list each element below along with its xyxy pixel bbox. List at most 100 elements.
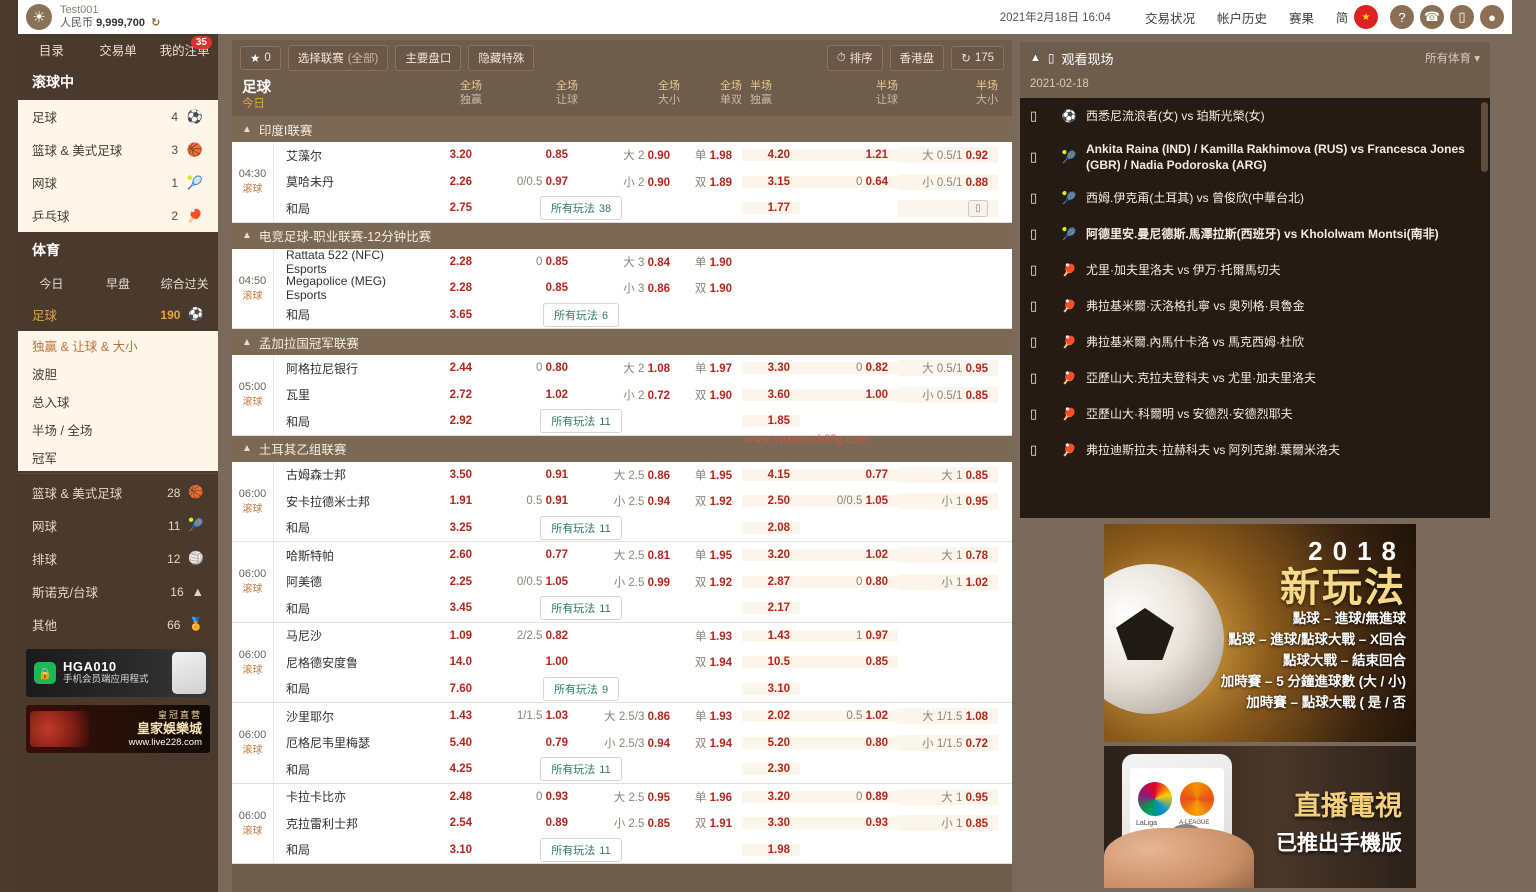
monitor-icon[interactable]: ▯	[1450, 5, 1474, 29]
home-1x2-odds[interactable]: 1.09	[422, 630, 482, 642]
half-home-1x2-odds[interactable]: 3.20	[742, 549, 800, 561]
away-1x2-odds[interactable]: 14.0	[422, 656, 482, 668]
half-draw-1x2-odds[interactable]: 1.98	[742, 844, 800, 856]
half-home-handicap-odds[interactable]: 1.02	[800, 549, 898, 561]
league-header[interactable]: ▲印度I联赛	[232, 116, 1012, 142]
half-draw-1x2-odds[interactable]: 2.08	[742, 522, 800, 534]
chevron-up-icon[interactable]: ▲	[1030, 52, 1041, 64]
half-over-odds[interactable]: 大 1 0.95	[898, 789, 998, 805]
home-handicap-odds[interactable]: 1/1.5 1.03	[482, 710, 578, 722]
half-over-odds[interactable]: 大 0.5/1 0.92	[898, 147, 998, 163]
nav-results[interactable]: 赛果	[1289, 8, 1314, 27]
all-plays-button[interactable]: 所有玩法11	[540, 757, 621, 781]
monitor-icon[interactable]: ▯	[1030, 334, 1056, 350]
home-team-name[interactable]: 艾藻尔	[274, 147, 422, 164]
half-home-handicap-odds[interactable]: 0 0.89	[800, 791, 898, 803]
sidebar-item-tennis[interactable]: 网球 11 🎾	[18, 509, 218, 542]
away-handicap-odds[interactable]: 0.85	[482, 282, 578, 294]
half-away-handicap-odds[interactable]: 1.00	[800, 389, 898, 401]
away-1x2-odds[interactable]: 2.54	[422, 817, 482, 829]
home-team-name[interactable]: 沙里耶尔	[274, 708, 422, 725]
odd-bet-odds[interactable]: 单 1.93	[680, 628, 742, 644]
half-under-odds[interactable]: 小 0.5/1 0.88	[898, 174, 998, 190]
live-stream-item[interactable]: ▯🏓亞歷山大·科爾明 vs 安德烈·安德烈耶夫	[1020, 396, 1490, 432]
away-handicap-odds[interactable]: 0/0.5 1.05	[482, 576, 578, 588]
under-odds[interactable]: 小 2.5 0.99	[578, 574, 680, 590]
even-bet-odds[interactable]: 双 1.92	[680, 493, 742, 509]
monitor-icon[interactable]: ▯	[1030, 406, 1056, 422]
under-odds[interactable]: 小 2.5/3 0.94	[578, 735, 680, 751]
even-bet-odds[interactable]: 双 1.94	[680, 735, 742, 751]
half-over-odds[interactable]: 大 0.5/1 0.95	[898, 360, 998, 376]
home-handicap-odds[interactable]: 0.85	[482, 149, 578, 161]
under-odds[interactable]: 小 2 0.90	[578, 174, 680, 190]
half-home-handicap-odds[interactable]: 1 0.97	[800, 630, 898, 642]
home-1x2-odds[interactable]: 2.28	[422, 256, 482, 268]
away-handicap-odds[interactable]: 0.79	[482, 737, 578, 749]
odd-bet-odds[interactable]: 单 1.95	[680, 547, 742, 563]
home-team-name[interactable]: 阿格拉尼银行	[274, 360, 422, 377]
nav-account-history[interactable]: 帐户历史	[1217, 8, 1267, 27]
all-plays-button[interactable]: 所有玩法9	[543, 677, 619, 701]
even-bet-odds[interactable]: 双 1.90	[680, 387, 742, 403]
monitor-icon[interactable]: ▯	[1030, 262, 1056, 278]
monitor-icon[interactable]: ▯	[1030, 442, 1056, 458]
away-1x2-odds[interactable]: 2.72	[422, 389, 482, 401]
odd-bet-odds[interactable]: 单 1.98	[680, 147, 742, 163]
away-team-name[interactable]: 厄格尼韦里梅瑟	[274, 734, 422, 751]
away-team-name[interactable]: Megapolice (MEG) Esports	[274, 274, 422, 302]
all-plays-button[interactable]: 所有玩法11	[540, 596, 621, 620]
sidebar-item-other[interactable]: 其他 66 🏅	[18, 608, 218, 641]
sidebar-item-live-tabletennis[interactable]: 乒乓球 2 🏓	[18, 199, 218, 232]
sidebar-item-live-tennis[interactable]: 网球 1 🎾	[18, 166, 218, 199]
home-handicap-odds[interactable]: 2/2.5 0.82	[482, 630, 578, 642]
even-bet-odds[interactable]: 双 1.94	[680, 654, 742, 670]
sidebar-item-basketball[interactable]: 篮球 & 美式足球 28 🏀	[18, 476, 218, 509]
chat-icon[interactable]: ●	[1480, 5, 1504, 29]
odd-bet-odds[interactable]: 单 1.90	[680, 254, 742, 270]
half-home-1x2-odds[interactable]: 2.02	[742, 710, 800, 722]
draw-1x2-odds[interactable]: 3.65	[422, 309, 482, 321]
market-correct-score[interactable]: 波胆	[18, 359, 218, 387]
half-over-odds[interactable]: 大 1 0.78	[898, 547, 998, 563]
live-stream-item[interactable]: ▯🎾西姆.伊克甭(土耳其) vs 曾俊欣(中華台北)	[1020, 180, 1490, 216]
live-stream-item[interactable]: ▯🎾Ankita Raina (IND) / Kamilla Rakhimova…	[1020, 134, 1490, 180]
away-team-name[interactable]: 阿美德	[274, 573, 422, 590]
home-team-name[interactable]: Rattata 522 (NFC) Esports	[274, 248, 422, 276]
sidebar-item-live-basketball[interactable]: 篮球 & 美式足球 3 🏀	[18, 133, 218, 166]
sidebar-item-football[interactable]: 足球 190 ⚽	[18, 298, 218, 331]
half-away-1x2-odds[interactable]: 3.15	[742, 176, 800, 188]
sport-filter-dropdown[interactable]: 所有体育 ▾	[1425, 50, 1480, 66]
league-header[interactable]: ▲电竞足球-职业联赛-12分钟比赛	[232, 223, 1012, 249]
even-bet-odds[interactable]: 双 1.89	[680, 174, 742, 190]
market-total-goals[interactable]: 总入球	[18, 387, 218, 415]
under-odds[interactable]: 小 2.5 0.85	[578, 815, 680, 831]
live-stream-item[interactable]: ▯⚽西悉尼流浪者(女) vs 珀斯光榮(女)	[1020, 98, 1490, 134]
over-odds[interactable]: 大 2.5 0.95	[578, 789, 680, 805]
over-odds[interactable]: 大 3 0.84	[578, 254, 680, 270]
even-bet-odds[interactable]: 双 1.91	[680, 815, 742, 831]
away-1x2-odds[interactable]: 2.25	[422, 576, 482, 588]
half-home-handicap-odds[interactable]: 0.77	[800, 469, 898, 481]
away-1x2-odds[interactable]: 2.28	[422, 282, 482, 294]
away-1x2-odds[interactable]: 5.40	[422, 737, 482, 749]
monitor-icon[interactable]: ▯	[1030, 190, 1056, 206]
league-header[interactable]: ▲孟加拉国冠军联赛	[232, 329, 1012, 355]
sidebar-tab-catalog[interactable]: 目录	[18, 40, 85, 59]
china-flag-icon[interactable]: ★	[1354, 5, 1378, 29]
sidebar-tab-betslip[interactable]: 交易单	[85, 40, 152, 59]
home-handicap-odds[interactable]: 0 0.93	[482, 791, 578, 803]
match-tv-button[interactable]: ▯	[968, 200, 988, 217]
market-half-full[interactable]: 半场 / 全场	[18, 415, 218, 443]
away-handicap-odds[interactable]: 0.5 0.91	[482, 495, 578, 507]
odds-type-button[interactable]: 香港盘	[890, 45, 945, 71]
over-odds[interactable]: 大 2.5 0.81	[578, 547, 680, 563]
away-team-name[interactable]: 安卡拉德米士邦	[274, 493, 422, 510]
live-stream-item[interactable]: ▯🏓尤里·加夫里洛夫 vs 伊万·托爾馬切夫	[1020, 252, 1490, 288]
half-home-1x2-odds[interactable]: 4.15	[742, 469, 800, 481]
draw-label[interactable]: 和局	[274, 600, 422, 617]
home-handicap-odds[interactable]: 0 0.80	[482, 362, 578, 374]
half-away-handicap-odds[interactable]: 0.93	[800, 817, 898, 829]
draw-1x2-odds[interactable]: 7.60	[422, 683, 482, 695]
half-under-odds[interactable]: 小 1/1.5 0.72	[898, 735, 998, 751]
